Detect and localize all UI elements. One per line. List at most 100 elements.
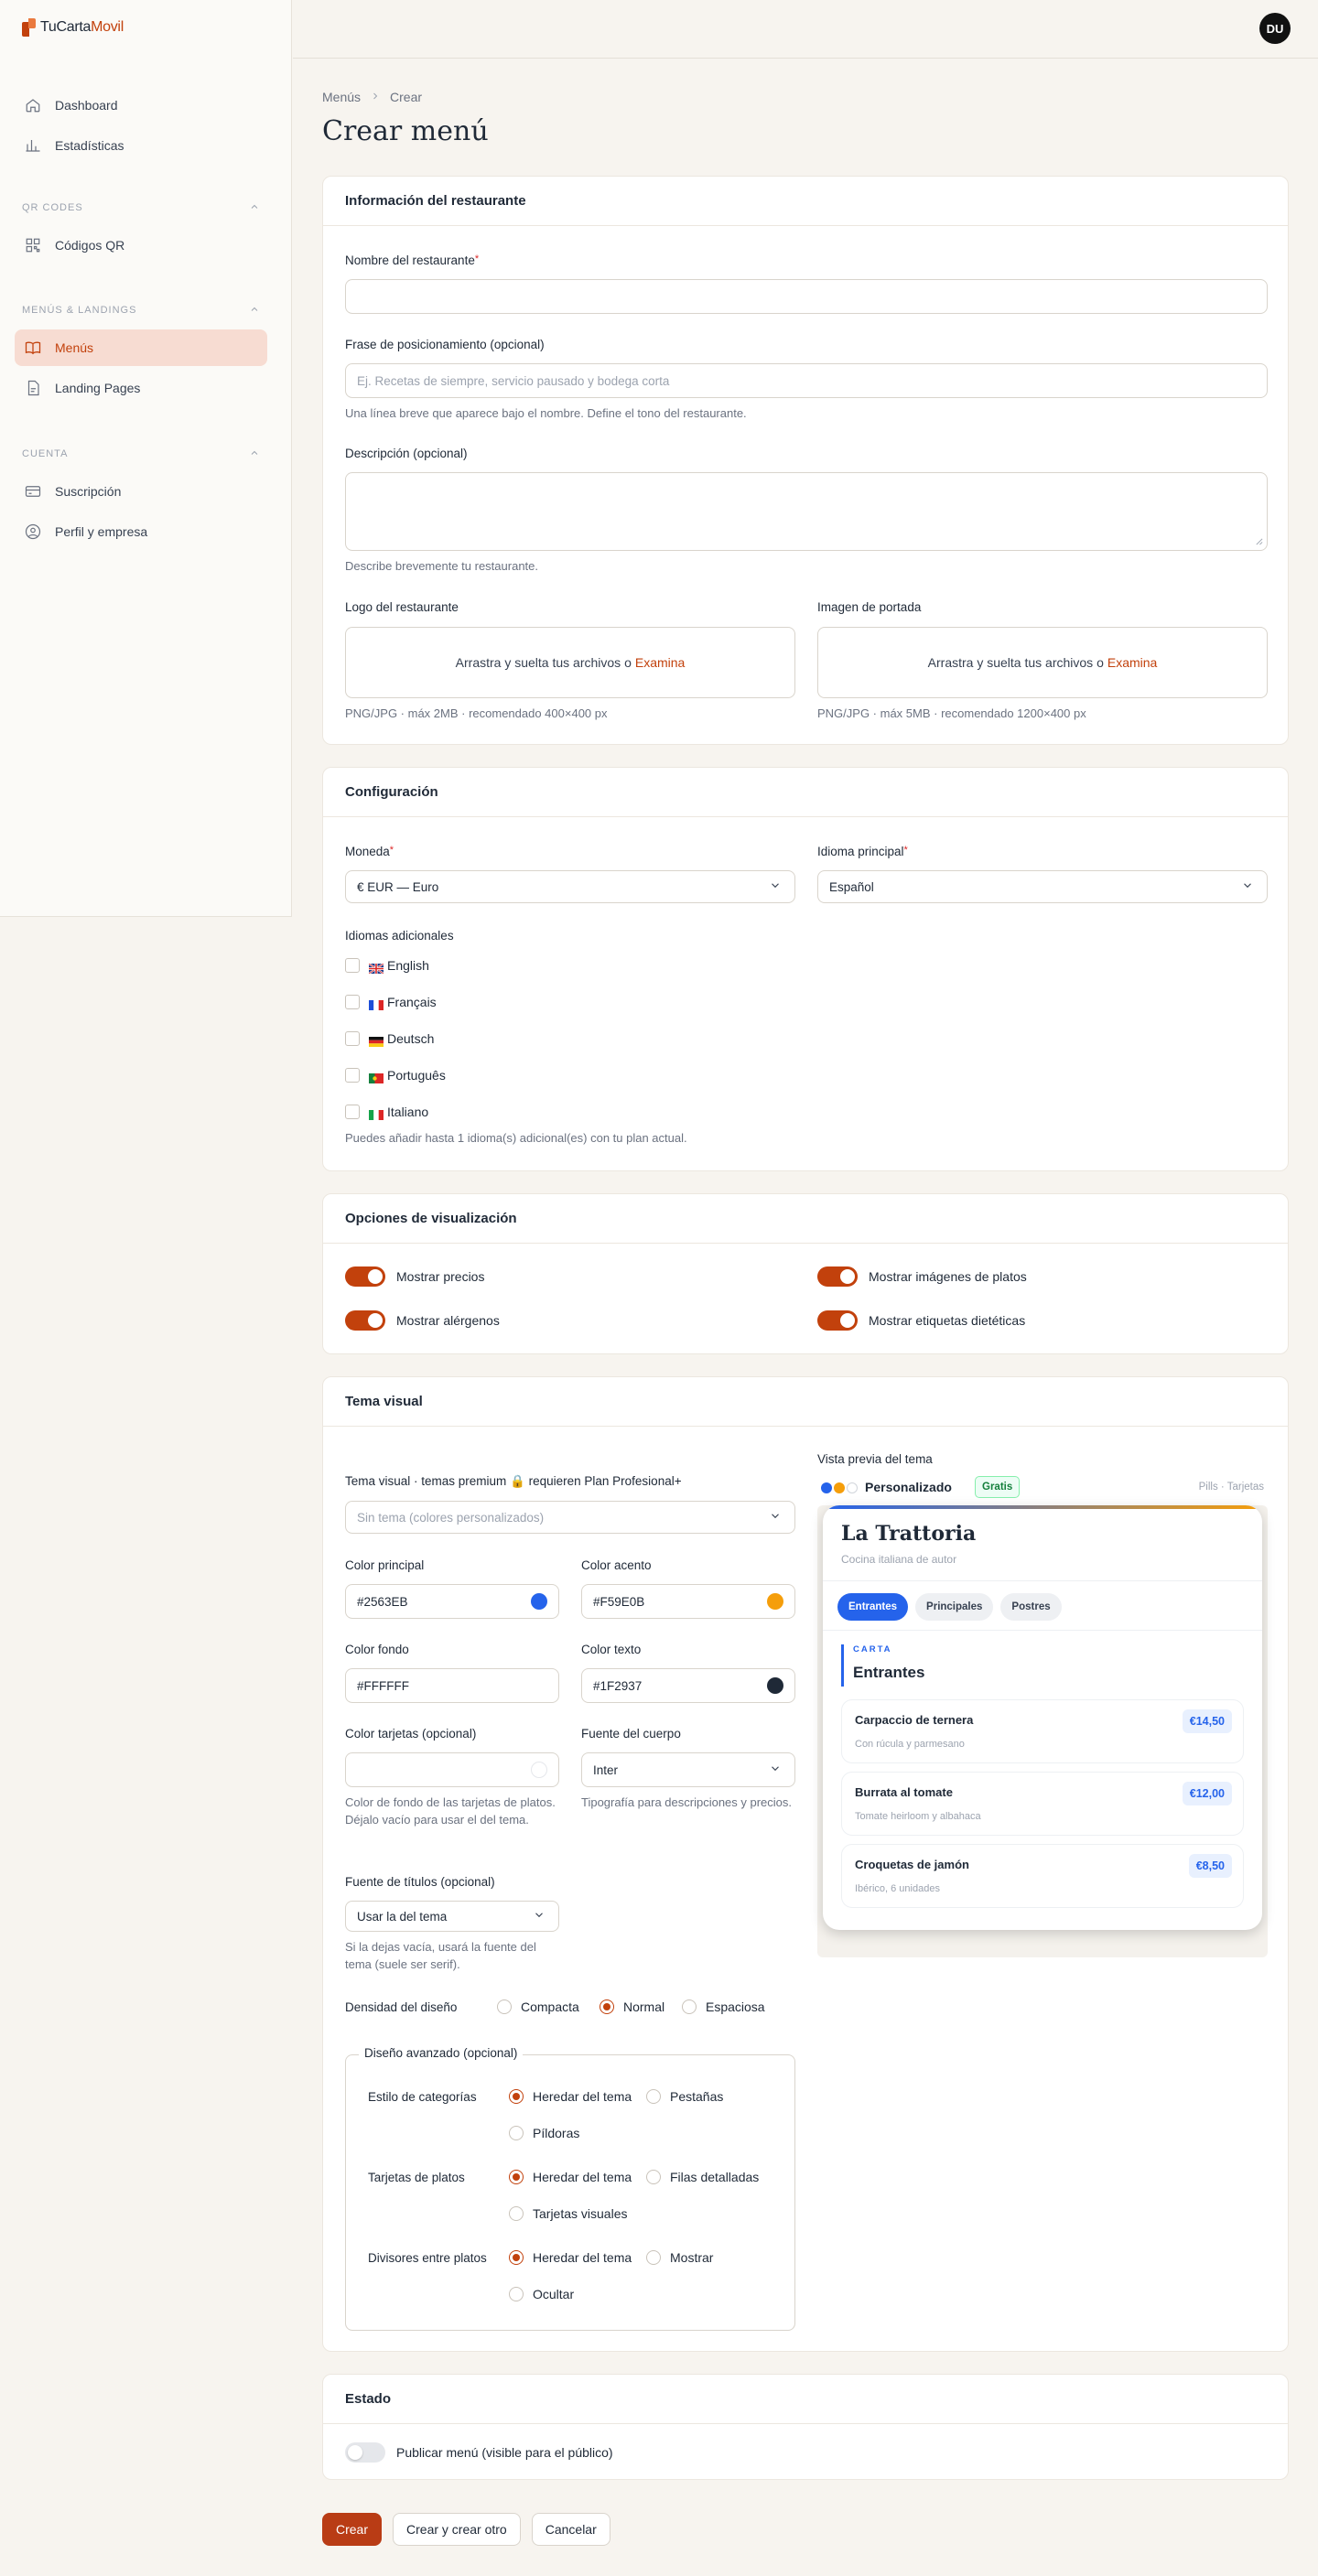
logo-hint: PNG/JPG · máx 2MB · recomendado 400×400 … bbox=[345, 706, 608, 720]
sidebar-item-menus[interactable]: Menús bbox=[15, 329, 267, 366]
primary-color-swatch[interactable] bbox=[531, 1593, 547, 1610]
radio-button[interactable] bbox=[497, 1999, 512, 2014]
toggle-switch[interactable] bbox=[345, 1310, 385, 1331]
checkbox[interactable] bbox=[345, 1031, 360, 1046]
language-select[interactable]: Español bbox=[817, 870, 1268, 903]
radio-button[interactable] bbox=[509, 2089, 524, 2104]
tagline-label: Frase de posicionamiento (opcional) bbox=[345, 338, 545, 351]
toggle-publish[interactable]: Publicar menú (visible para el público) bbox=[345, 2442, 613, 2463]
title-font-select[interactable]: Usar la del tema bbox=[345, 1901, 559, 1932]
radio-button[interactable] bbox=[509, 2287, 524, 2301]
create-another-button[interactable]: Crear y crear otro bbox=[393, 2513, 521, 2546]
sidebar-section-title: MENÚS & LANDINGS bbox=[22, 305, 137, 316]
logo-dropzone[interactable]: Arrastra y suelta tus archivos o Examina bbox=[345, 627, 795, 698]
density-option-compacta[interactable]: Compacta bbox=[497, 1999, 579, 2014]
category-style-inherit[interactable]: Heredar del tema bbox=[509, 2089, 632, 2104]
preview-tab-postres[interactable]: Postres bbox=[1000, 1593, 1062, 1621]
checkbox[interactable] bbox=[345, 1105, 360, 1119]
dish-cards-inherit[interactable]: Heredar del tema bbox=[509, 2170, 632, 2184]
radio-button[interactable] bbox=[600, 1999, 614, 2014]
checkbox[interactable] bbox=[345, 958, 360, 973]
checkbox[interactable] bbox=[345, 995, 360, 1009]
density-label: Densidad del diseño bbox=[345, 2000, 458, 2014]
toggle-show-dietary[interactable]: Mostrar etiquetas dietéticas bbox=[817, 1310, 1025, 1331]
category-style-tabs[interactable]: Pestañas bbox=[646, 2089, 723, 2104]
preview-tab-principales[interactable]: Principales bbox=[915, 1593, 994, 1621]
radio-button[interactable] bbox=[646, 2170, 661, 2184]
avatar[interactable]: DU bbox=[1259, 13, 1291, 44]
restaurant-name-input[interactable] bbox=[345, 279, 1268, 314]
breadcrumb-parent[interactable]: Menús bbox=[322, 90, 361, 104]
logo-browse-link[interactable]: Examina bbox=[635, 655, 685, 670]
resize-handle-icon[interactable] bbox=[1255, 534, 1263, 548]
language-option-italian[interactable]: Italiano bbox=[345, 1101, 446, 1123]
currency-select[interactable]: € EUR — Euro bbox=[345, 870, 795, 903]
cards-color-swatch[interactable] bbox=[531, 1762, 547, 1778]
title-font-hint: Si la dejas vacía, usará la fuente del t… bbox=[345, 1940, 536, 1971]
chevron-down-icon bbox=[769, 1762, 782, 1778]
create-button[interactable]: Crear bbox=[322, 2513, 383, 2546]
toggle-show-allergens[interactable]: Mostrar alérgenos bbox=[345, 1310, 500, 1331]
sidebar-section-title: CUENTA bbox=[22, 448, 69, 459]
body-font-select[interactable]: Inter bbox=[581, 1752, 795, 1787]
category-style-pills[interactable]: Píldoras bbox=[509, 2126, 579, 2140]
radio-button[interactable] bbox=[682, 1999, 697, 2014]
book-icon bbox=[24, 339, 42, 357]
tagline-input[interactable]: Ej. Recetas de siempre, servicio pausado… bbox=[345, 363, 1268, 398]
cover-dropzone[interactable]: Arrastra y suelta tus archivos o Examina bbox=[817, 627, 1268, 698]
radio-button[interactable] bbox=[646, 2089, 661, 2104]
description-textarea[interactable] bbox=[345, 472, 1268, 551]
bg-color-swatch[interactable] bbox=[531, 1677, 547, 1694]
language-option-french[interactable]: Français bbox=[345, 991, 446, 1013]
theme-select[interactable]: Sin tema (colores personalizados) bbox=[345, 1501, 795, 1534]
dish-cards-visual[interactable]: Tarjetas visuales bbox=[509, 2206, 628, 2221]
preview-tab-entrantes[interactable]: Entrantes bbox=[837, 1593, 909, 1621]
dividers-show[interactable]: Mostrar bbox=[646, 2250, 713, 2265]
toggle-switch[interactable] bbox=[817, 1266, 858, 1287]
radio-button[interactable] bbox=[509, 2206, 524, 2221]
radio-button[interactable] bbox=[509, 2250, 524, 2265]
radio-button[interactable] bbox=[509, 2126, 524, 2140]
density-option-normal[interactable]: Normal bbox=[600, 1999, 664, 2014]
card-icon bbox=[24, 482, 42, 501]
cover-browse-link[interactable]: Examina bbox=[1107, 655, 1157, 670]
language-option-english[interactable]: English bbox=[345, 954, 446, 976]
radio-button[interactable] bbox=[646, 2250, 661, 2265]
radio-button[interactable] bbox=[509, 2170, 524, 2184]
sidebar-item-estadisticas[interactable]: Estadísticas bbox=[15, 127, 267, 164]
flag-fr-icon bbox=[369, 998, 384, 1010]
sidebar-item-codigos-qr[interactable]: Códigos QR bbox=[15, 227, 267, 264]
accent-color-swatch[interactable] bbox=[767, 1593, 783, 1610]
sidebar-item-landing-pages[interactable]: Landing Pages bbox=[15, 370, 267, 406]
accent-color-input[interactable]: #F59E0B bbox=[581, 1584, 795, 1619]
sidebar-item-suscripcion[interactable]: Suscripción bbox=[15, 473, 267, 510]
brand-logo[interactable]: TuCartaMovil bbox=[22, 18, 124, 37]
toggle-switch[interactable] bbox=[345, 1266, 385, 1287]
density-option-espaciosa[interactable]: Espaciosa bbox=[682, 1999, 765, 2014]
toggle-switch[interactable] bbox=[817, 1310, 858, 1331]
sidebar-section-cuenta[interactable]: CUENTA bbox=[15, 440, 267, 468]
sidebar-section-qr[interactable]: QR CODES bbox=[15, 194, 267, 221]
dish-cards-label: Tarjetas de platos bbox=[368, 2171, 465, 2184]
language-option-german[interactable]: Deutsch bbox=[345, 1028, 446, 1050]
text-color-input[interactable]: #1F2937 bbox=[581, 1668, 795, 1703]
dividers-hide[interactable]: Ocultar bbox=[509, 2287, 574, 2301]
text-color-swatch[interactable] bbox=[767, 1677, 783, 1694]
sidebar-item-label: Dashboard bbox=[55, 98, 118, 113]
sidebar-item-dashboard[interactable]: Dashboard bbox=[15, 87, 267, 124]
sidebar-section-menus[interactable]: MENÚS & LANDINGS bbox=[15, 296, 267, 324]
toggle-show-images[interactable]: Mostrar imágenes de platos bbox=[817, 1266, 1027, 1287]
toggle-switch[interactable] bbox=[345, 2442, 385, 2463]
dividers-inherit[interactable]: Heredar del tema bbox=[509, 2250, 632, 2265]
display-options-card: Opciones de visualización Mostrar precio… bbox=[322, 1193, 1289, 1354]
dish-cards-detailed[interactable]: Filas detalladas bbox=[646, 2170, 759, 2184]
primary-color-input[interactable]: #2563EB bbox=[345, 1584, 559, 1619]
checkbox[interactable] bbox=[345, 1068, 360, 1083]
bg-color-input[interactable]: #FFFFFF bbox=[345, 1668, 559, 1703]
language-option-portuguese[interactable]: Português bbox=[345, 1064, 446, 1086]
cancel-button[interactable]: Cancelar bbox=[531, 2513, 610, 2546]
preview-meta: Pills · Tarjetas bbox=[1198, 1482, 1264, 1493]
cards-color-input[interactable] bbox=[345, 1752, 559, 1787]
sidebar-item-perfil[interactable]: Perfil y empresa bbox=[15, 513, 267, 550]
toggle-show-prices[interactable]: Mostrar precios bbox=[345, 1266, 484, 1287]
